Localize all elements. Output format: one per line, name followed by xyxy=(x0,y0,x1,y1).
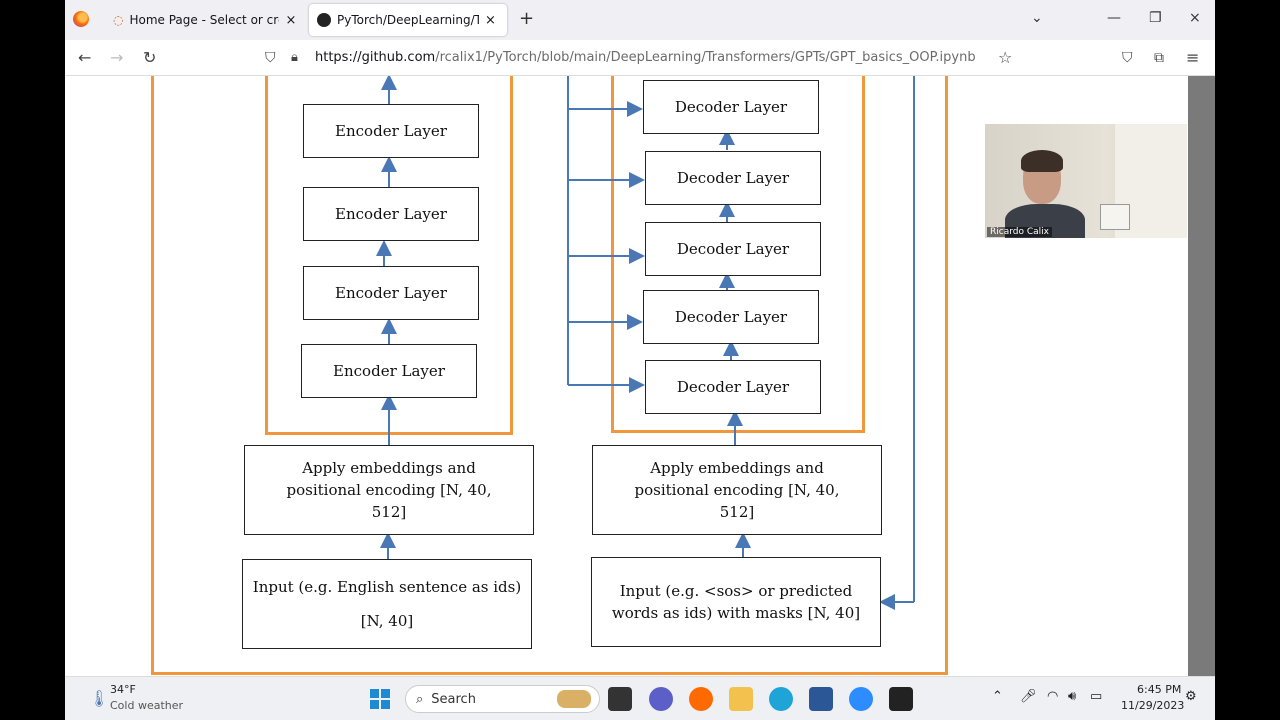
github-icon xyxy=(317,13,331,27)
wifi-icon[interactable]: ◠ xyxy=(1047,689,1058,704)
clock-time[interactable]: 6:45 PM xyxy=(1137,683,1181,696)
bookmark-star-icon[interactable]: ☆ xyxy=(998,48,1012,67)
webcam-person-hair xyxy=(1021,150,1063,172)
shield-icon[interactable]: ⛉ xyxy=(265,50,276,66)
pocket-icon[interactable]: ⛉ xyxy=(1122,50,1133,66)
encoder-layer-box: Encoder Layer xyxy=(303,187,479,241)
decoder-layer-box: Decoder Layer xyxy=(645,222,821,276)
reload-icon[interactable]: ↻ xyxy=(143,48,156,67)
weather-desc[interactable]: Cold weather xyxy=(110,699,183,712)
tab-bar: ◌ Home Page - Select or create a × PyTor… xyxy=(65,0,1215,40)
task-view-icon[interactable] xyxy=(608,687,632,711)
encoder-layer-box: Encoder Layer xyxy=(303,104,479,158)
notebook-content: Encoder Layer Encoder Layer Encoder Laye… xyxy=(65,76,1188,676)
notification-icon[interactable]: ⚙ xyxy=(1185,689,1197,704)
tab-github[interactable]: PyTorch/DeepLearning/Transfor × xyxy=(309,4,507,36)
nav-bar: ← → ↻ ⛉ 🔒︎ https://github.com/rcalix1/Py… xyxy=(65,40,1215,76)
clock-date[interactable]: 11/29/2023 xyxy=(1121,699,1184,712)
decoder-embedding-box: Apply embeddings and positional encoding… xyxy=(592,445,882,535)
decoder-input-box: Input (e.g. <sos> or predicted words as … xyxy=(591,557,881,647)
zoom-icon[interactable] xyxy=(849,687,873,711)
minimize-icon[interactable]: — xyxy=(1107,10,1121,26)
encoder-layer-box: Encoder Layer xyxy=(303,266,479,320)
encoder-input-shape: [N, 40] xyxy=(360,612,414,630)
firefox-icon[interactable] xyxy=(73,11,89,27)
store-icon[interactable] xyxy=(809,687,833,711)
close-window-icon[interactable]: × xyxy=(1189,10,1201,26)
webcam-poster xyxy=(1100,204,1130,230)
decoder-layer-box: Decoder Layer xyxy=(645,151,821,205)
search-label: Search xyxy=(431,691,476,707)
tab-title: Home Page - Select or create a xyxy=(129,13,279,27)
lock-icon[interactable]: 🔒︎ xyxy=(291,50,298,65)
search-icon: ⌕ xyxy=(416,691,424,707)
chevron-up-icon[interactable]: ⌃ xyxy=(992,689,1003,704)
encoder-embedding-box: Apply embeddings and positional encoding… xyxy=(244,445,534,535)
windows-start-icon[interactable] xyxy=(368,687,392,711)
encoder-layer-box: Encoder Layer xyxy=(301,344,477,398)
terminal-icon[interactable] xyxy=(889,687,913,711)
microphone-icon[interactable]: 🎤︎ xyxy=(1020,689,1037,704)
decoder-layer-box: Decoder Layer xyxy=(645,360,821,414)
webcam-name-label: Ricardo Calix xyxy=(987,227,1052,237)
new-tab-button[interactable]: + xyxy=(519,8,534,29)
tab-list-icon[interactable]: ⌄ xyxy=(1031,10,1043,26)
battery-icon[interactable]: ▭ xyxy=(1090,689,1102,704)
back-icon[interactable]: ← xyxy=(78,48,91,67)
tab-favicon-icon: ◌ xyxy=(113,13,124,27)
restore-icon[interactable]: ❐ xyxy=(1149,10,1162,26)
url-bar[interactable]: https://github.com/rcalix1/PyTorch/blob/… xyxy=(315,50,976,65)
volume-icon[interactable]: 🔊︎ xyxy=(1068,689,1076,704)
decoder-layer-box: Decoder Layer xyxy=(643,290,819,344)
tab-title: PyTorch/DeepLearning/Transfor xyxy=(337,13,479,27)
encoder-input-text: Input (e.g. English sentence as ids) xyxy=(252,578,522,596)
close-tab-icon[interactable]: × xyxy=(485,13,496,28)
taskbar: 🌡︎ 34°F Cold weather ⌕ Search ⌃ 🎤︎ ◠ 🔊︎ … xyxy=(65,676,1215,720)
webcam-overlay[interactable]: Ricardo Calix xyxy=(985,124,1187,238)
teams-chat-icon[interactable] xyxy=(649,687,673,711)
menu-icon[interactable]: ≡ xyxy=(1186,48,1199,67)
extensions-icon[interactable]: ⧉ xyxy=(1154,50,1164,66)
encoder-input-box: Input (e.g. English sentence as ids) [N,… xyxy=(242,559,532,649)
weather-temp[interactable]: 34°F xyxy=(110,683,136,696)
screen: ◌ Home Page - Select or create a × PyTor… xyxy=(65,0,1215,720)
search-highlight-icon xyxy=(557,690,591,708)
forward-icon[interactable]: → xyxy=(110,48,123,67)
file-explorer-icon[interactable] xyxy=(729,687,753,711)
url-path: /rcalix1/PyTorch/blob/main/DeepLearning/… xyxy=(435,50,976,65)
edge-icon[interactable] xyxy=(769,687,793,711)
close-tab-icon[interactable]: × xyxy=(285,13,296,28)
firefox-taskbar-icon[interactable] xyxy=(689,687,713,711)
decoder-layer-box: Decoder Layer xyxy=(643,80,819,134)
scrollbar[interactable] xyxy=(1188,76,1215,676)
taskbar-search[interactable]: ⌕ Search xyxy=(405,685,600,713)
url-host: https://github.com xyxy=(315,50,436,65)
tab-home[interactable]: ◌ Home Page - Select or create a × xyxy=(105,4,304,36)
thermometer-icon: 🌡︎ xyxy=(89,689,110,708)
